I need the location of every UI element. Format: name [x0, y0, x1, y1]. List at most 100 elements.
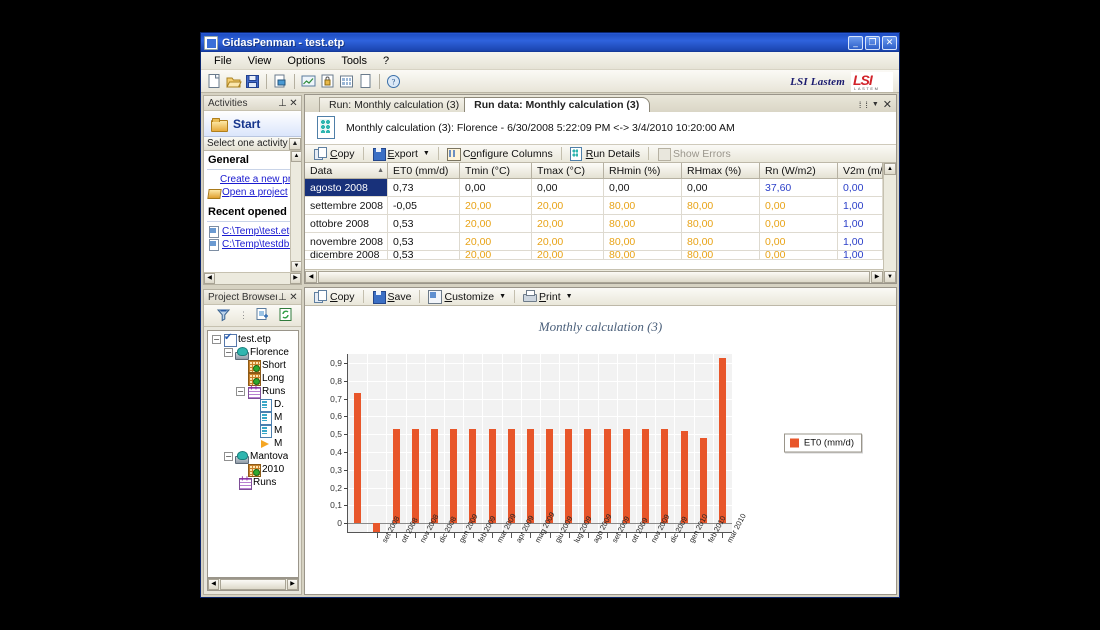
tree-node[interactable]: − test.etp	[208, 332, 298, 347]
menu-item-tools[interactable]: Tools	[334, 54, 374, 68]
configure-columns-button[interactable]: Configure Columns	[442, 146, 558, 162]
copy-button[interactable]: Copy	[309, 146, 360, 162]
chart-bar[interactable]	[642, 428, 649, 524]
menu-item-options[interactable]: Options	[280, 54, 332, 68]
menu-item-file[interactable]: File	[207, 54, 239, 68]
chevron-down-icon[interactable]: ▼	[423, 150, 430, 157]
scroll-right-arrow[interactable]: ▶	[290, 273, 301, 284]
tree-node[interactable]: M	[208, 424, 298, 438]
new-document-icon[interactable]	[206, 73, 223, 90]
scroll-left-arrow[interactable]: ◀	[305, 270, 317, 283]
grid-horizontal-scrollbar[interactable]: ◀ ▶	[305, 269, 883, 283]
menu-item-view[interactable]: View	[241, 54, 279, 68]
chart-bar[interactable]	[584, 428, 591, 524]
link-open-project[interactable]: Open a project	[208, 187, 301, 198]
activities-vertical-scrollbar[interactable]: ▲ ▼	[290, 151, 301, 272]
chart-bar[interactable]	[565, 428, 572, 524]
chart-bar[interactable]	[393, 428, 400, 524]
tab-run-data-monthly-calculation[interactable]: Run data: Monthly calculation (3)	[464, 97, 651, 112]
new-item-icon[interactable]	[255, 307, 272, 324]
tree-node[interactable]: 2010	[208, 463, 298, 477]
chart-bar[interactable]	[546, 428, 553, 524]
chart-icon[interactable]	[300, 73, 317, 90]
chart-bar[interactable]	[354, 393, 361, 524]
close-icon[interactable]: ✕	[288, 98, 299, 109]
scroll-down-arrow[interactable]: ▼	[291, 261, 301, 272]
chart-bar[interactable]	[623, 428, 630, 524]
pin-icon[interactable]: ⊥	[277, 98, 288, 109]
chart-save-button[interactable]: Save	[367, 289, 417, 305]
recent-file-1[interactable]: C:\Temp\test.etp	[208, 226, 301, 238]
scroll-left-arrow[interactable]: ◀	[208, 579, 219, 590]
chart-customize-button[interactable]: Customize ▼	[423, 289, 511, 305]
tree-node[interactable]: Short	[208, 359, 298, 373]
chart-bar[interactable]	[700, 437, 707, 524]
tree-node[interactable]: Runs	[208, 474, 298, 490]
chart-bar[interactable]	[527, 428, 534, 524]
chart-bar[interactable]	[412, 428, 419, 524]
chart-bar[interactable]	[450, 428, 457, 524]
chart-copy-button[interactable]: Copy	[309, 289, 360, 305]
chevron-down-icon[interactable]: ▼	[499, 293, 506, 300]
tree-node[interactable]: D.	[208, 398, 298, 412]
chart-bar[interactable]	[681, 430, 688, 524]
refresh-icon[interactable]	[278, 307, 295, 324]
chart-bar[interactable]	[661, 428, 668, 524]
column-header-tmin[interactable]: Tmin (°C)	[460, 163, 532, 179]
scroll-right-arrow[interactable]: ▶	[871, 270, 883, 283]
page-icon[interactable]	[357, 73, 374, 90]
minimize-button[interactable]: _	[848, 35, 863, 50]
column-header-rhmin[interactable]: RHmin (%)	[604, 163, 682, 179]
tree-node[interactable]: M	[208, 437, 298, 450]
table-row[interactable]: settembre 2008 -0,05 20,00 20,00 80,00 8…	[305, 197, 883, 215]
maximize-button[interactable]: ❐	[865, 35, 880, 50]
table-icon[interactable]	[338, 73, 355, 90]
tree-node[interactable]: − Mantova	[208, 450, 298, 464]
prev-tab-icon[interactable]: ⁞	[859, 100, 862, 110]
tree-expander[interactable]: −	[224, 348, 233, 357]
tree-node[interactable]: M	[208, 411, 298, 425]
tree-expander[interactable]: −	[236, 387, 245, 396]
column-header-tmax[interactable]: Tmax (°C)	[532, 163, 604, 179]
close-button[interactable]: ✕	[882, 35, 897, 50]
save-icon[interactable]	[244, 73, 261, 90]
recent-file-2[interactable]: C:\Temp\testdb.e	[208, 239, 301, 251]
column-header-rhmax[interactable]: RHmax (%)	[682, 163, 760, 179]
table-row[interactable]: agosto 2008 0,73 0,00 0,00 0,00 0,00 37,…	[305, 179, 883, 197]
project-tree-horizontal-scrollbar[interactable]: ◀ ▶	[207, 578, 299, 591]
column-header-rn[interactable]: Rn (W/m2)	[760, 163, 838, 179]
chart-bar[interactable]	[604, 428, 611, 524]
tree-expander[interactable]: −	[212, 335, 221, 344]
scroll-thumb[interactable]	[220, 579, 286, 590]
chevron-up-icon[interactable]: ▲	[289, 137, 301, 150]
menu-item-help[interactable]: ?	[376, 54, 396, 68]
chart-bar[interactable]	[508, 428, 515, 524]
chart-legend[interactable]: ET0 (mm/d)	[783, 433, 862, 453]
scroll-left-arrow[interactable]: ◀	[204, 273, 215, 284]
scroll-right-arrow[interactable]: ▶	[287, 579, 298, 590]
chart-bar[interactable]	[489, 428, 496, 524]
lock-icon[interactable]	[319, 73, 336, 90]
project-tree[interactable]: − test.etp − Florence Short	[207, 330, 299, 578]
tree-expander[interactable]: −	[224, 452, 233, 461]
chart-bar[interactable]	[373, 523, 380, 532]
table-row[interactable]: dicembre 2008 0,53 20,00 20,00 80,00 80,…	[305, 251, 883, 260]
next-tab-icon[interactable]: ⁞	[865, 100, 868, 110]
activity-selector[interactable]: Select one activity ▲	[204, 137, 301, 151]
properties-icon[interactable]	[272, 73, 289, 90]
run-details-button[interactable]: Run Details	[565, 146, 645, 162]
table-row[interactable]: ottobre 2008 0,53 20,00 20,00 80,00 80,0…	[305, 215, 883, 233]
open-folder-icon[interactable]	[225, 73, 242, 90]
close-icon[interactable]: ✕	[288, 292, 299, 303]
column-header-data[interactable]: Data ▲	[305, 163, 388, 179]
chart-print-button[interactable]: Print ▼	[518, 289, 578, 305]
activities-horizontal-scrollbar[interactable]: ◀ ▶	[204, 272, 301, 284]
pin-icon[interactable]: ⊥	[277, 292, 288, 303]
export-button[interactable]: Export ▼	[367, 146, 435, 162]
link-create-new-project[interactable]: Create a new proj	[208, 174, 301, 185]
chart-bar[interactable]	[469, 428, 476, 524]
tab-list-icon[interactable]: ▼	[872, 101, 879, 108]
scroll-down-arrow[interactable]: ▼	[884, 271, 896, 283]
tab-run-monthly-calculation[interactable]: Run: Monthly calculation (3)	[319, 97, 471, 112]
scroll-track[interactable]	[884, 175, 896, 271]
